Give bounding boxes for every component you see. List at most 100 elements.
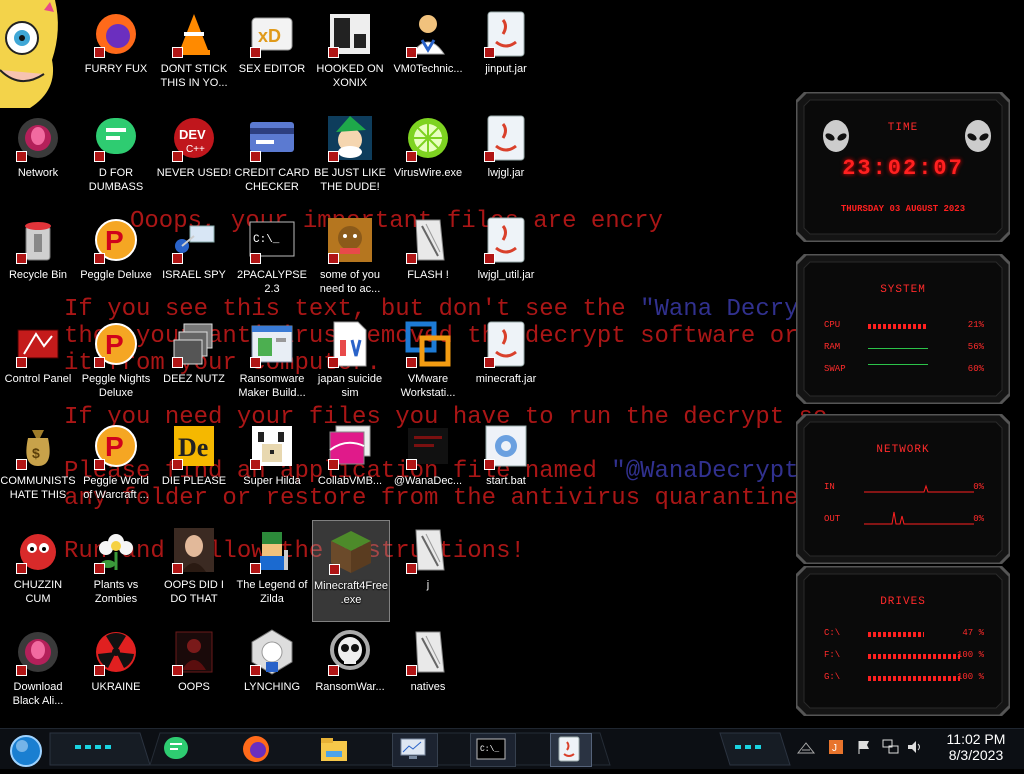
desktop-icon[interactable]: japan suicide sim: [312, 314, 388, 414]
radiation-icon: [92, 628, 140, 676]
flag-icon[interactable]: [856, 739, 872, 759]
taskbar-app-firefox[interactable]: [240, 733, 276, 765]
desktop-icon[interactable]: Super Hilda: [234, 416, 310, 516]
taskbar-app-monitor[interactable]: [392, 733, 438, 767]
taskbar-app-chat[interactable]: [160, 733, 196, 765]
java-update-icon[interactable]: J: [828, 739, 844, 759]
dev-cpp-icon: DEV C++: [170, 114, 218, 162]
network-out-row: OUT 0%: [824, 511, 984, 525]
keyboard-icon[interactable]: [796, 739, 816, 759]
swap-row: SWAP 60%: [824, 364, 984, 374]
drives-gadget[interactable]: DRIVES C:\ 47 % F:\ 100 % G:\ 100 %: [796, 566, 1010, 716]
desktop-icon[interactable]: Recycle Bin: [0, 210, 76, 310]
java-jar-icon: [482, 10, 530, 58]
desktop-icon[interactable]: VM0Technic...: [390, 4, 466, 104]
taskbar-app-explorer[interactable]: [318, 733, 354, 765]
desktop-icon[interactable]: Control Panel: [0, 314, 76, 414]
pixel-dog-icon: [248, 422, 296, 470]
lock-badge-icon: [250, 357, 261, 368]
desktop-icon[interactable]: Plants vs Zombies: [78, 520, 154, 620]
desktop-icon[interactable]: OOPS DID I DO THAT: [156, 520, 232, 620]
desktop-icon[interactable]: $ COMMUNISTS HATE THIS G...: [0, 416, 76, 516]
desktop-icon[interactable]: xD SEX EDITOR: [234, 4, 310, 104]
desktop-icon[interactable]: CHUZZIN CUM: [0, 520, 76, 620]
desktop-icon-label: @WanaDec...: [393, 475, 463, 487]
dark-figure-icon: [170, 628, 218, 676]
lock-badge-icon: [328, 459, 339, 470]
desktop-icon[interactable]: The Legend of Zilda: [234, 520, 310, 620]
desktop-icon[interactable]: De DIE PLEASE: [156, 416, 232, 516]
desktop-icon[interactable]: ISRAEL SPY: [156, 210, 232, 310]
taskbar-app-terminal[interactable]: C:\_: [470, 733, 516, 767]
lock-badge-icon: [328, 253, 339, 264]
desktop-icon[interactable]: Minecraft4Free .exe: [312, 520, 390, 622]
volume-icon[interactable]: [906, 739, 924, 759]
desktop-icon[interactable]: C:\_ 2PACALYPSE 2.3: [234, 210, 310, 310]
file-explorer-icon: [321, 738, 347, 761]
desktop-icon[interactable]: jinput.jar: [468, 4, 544, 104]
lock-badge-icon: [484, 357, 495, 368]
desktop-icon[interactable]: P Peggle Deluxe: [78, 210, 154, 310]
desktop-icon-label: lwjgl.jar: [487, 167, 525, 179]
desktop-icon[interactable]: minecraft.jar: [468, 314, 544, 414]
desktop-icon[interactable]: OOPS: [156, 622, 232, 722]
desktop-icon[interactable]: VMware Workstati...: [390, 314, 466, 414]
spy-network-icon: [170, 216, 218, 264]
lock-badge-icon: [16, 357, 27, 368]
desktop-icon[interactable]: natives: [390, 622, 466, 722]
flower-icon: [92, 526, 140, 574]
desktop-icon[interactable]: CollabVMB...: [312, 416, 388, 516]
pixel-hero-icon: [248, 526, 296, 574]
desktop-icon[interactable]: DONT STICK THIS IN YO...: [156, 4, 232, 104]
desktop-icon[interactable]: @WanaDec...: [390, 416, 466, 516]
desktop-icon-label: start.bat: [486, 475, 526, 487]
desktop-icon[interactable]: FLASH !: [390, 210, 466, 310]
desktop-icon[interactable]: HOOKED ON XONIX: [312, 4, 388, 104]
desktop-icon[interactable]: UKRAINE: [78, 622, 154, 722]
desktop-icon[interactable]: j: [390, 520, 466, 620]
lock-badge-icon: [94, 459, 105, 470]
gadget-title: TIME: [887, 122, 919, 134]
svg-text:C++: C++: [186, 144, 205, 155]
start-button[interactable]: [6, 733, 46, 767]
desktop-icon[interactable]: lwjgl_util.jar: [468, 210, 544, 310]
desktop-icon[interactable]: some of you need to ac...: [312, 210, 388, 310]
lock-badge-icon: [406, 253, 417, 264]
system-gadget[interactable]: SYSTEM CPU 21% RAM 56% SWAP 60%: [796, 254, 1010, 404]
desktop-icon-label: Download Black Ali...: [12, 681, 64, 707]
firefox-icon: [243, 736, 269, 762]
desktop-icon[interactable]: BE JUST LIKE THE DUDE!: [312, 108, 388, 208]
desktop-icon[interactable]: P Peggle Nights Deluxe: [78, 314, 154, 414]
desktop-icon[interactable]: Network: [0, 108, 76, 208]
network-gadget[interactable]: NETWORK IN 0% OUT 0%: [796, 414, 1010, 564]
desktop-icon[interactable]: DEV C++ NEVER USED!: [156, 108, 232, 208]
desktop-icon-label: VirusWire.exe: [393, 167, 463, 179]
desktop-icon-label: Peggle Deluxe: [80, 269, 152, 281]
lock-badge-icon: [484, 253, 495, 264]
desktop-icon-label: natives: [410, 681, 446, 693]
desktop-icon[interactable]: start.bat: [468, 416, 544, 516]
desktop-icon[interactable]: FURRY FUX: [78, 4, 154, 104]
desktop-icon[interactable]: Download Black Ali...: [0, 622, 76, 722]
alien-network-icon: [14, 628, 62, 676]
desktop-icon[interactable]: P Peggle World of Warcraft ...: [78, 416, 154, 516]
desktop-icon[interactable]: VirusWire.exe: [390, 108, 466, 208]
lock-badge-icon: [16, 665, 27, 676]
desktop-icon[interactable]: Ransomware Maker Build...: [234, 314, 310, 414]
desktop-icon[interactable]: LYNCHING: [234, 622, 310, 722]
desktop-icon[interactable]: CREDIT CARD CHECKER: [234, 108, 310, 208]
desktop-icon-label: VMware Workstati...: [400, 373, 456, 399]
taskbar-app-java[interactable]: [550, 733, 592, 767]
desktop-icon[interactable]: D FOR DUMBASS: [78, 108, 154, 208]
dog-icon: [326, 216, 374, 264]
desktop-icon-label: The Legend of Zilda: [236, 579, 308, 605]
desktop-icon[interactable]: lwjgl.jar: [468, 108, 544, 208]
lock-badge-icon: [484, 47, 495, 58]
desktop-icon[interactable]: DEEZ NUTZ: [156, 314, 232, 414]
desktop-icon[interactable]: RansomWar...: [312, 622, 388, 722]
network-icon[interactable]: [882, 739, 900, 759]
desktop-icon-label: FLASH !: [407, 269, 449, 281]
time-gadget[interactable]: TIME 23:02:07 THURSDAY 03 AUGUST 2023: [796, 92, 1010, 242]
lock-badge-icon: [16, 563, 27, 574]
taskbar-clock[interactable]: 11:02 PM 8/3/2023: [936, 731, 1016, 763]
